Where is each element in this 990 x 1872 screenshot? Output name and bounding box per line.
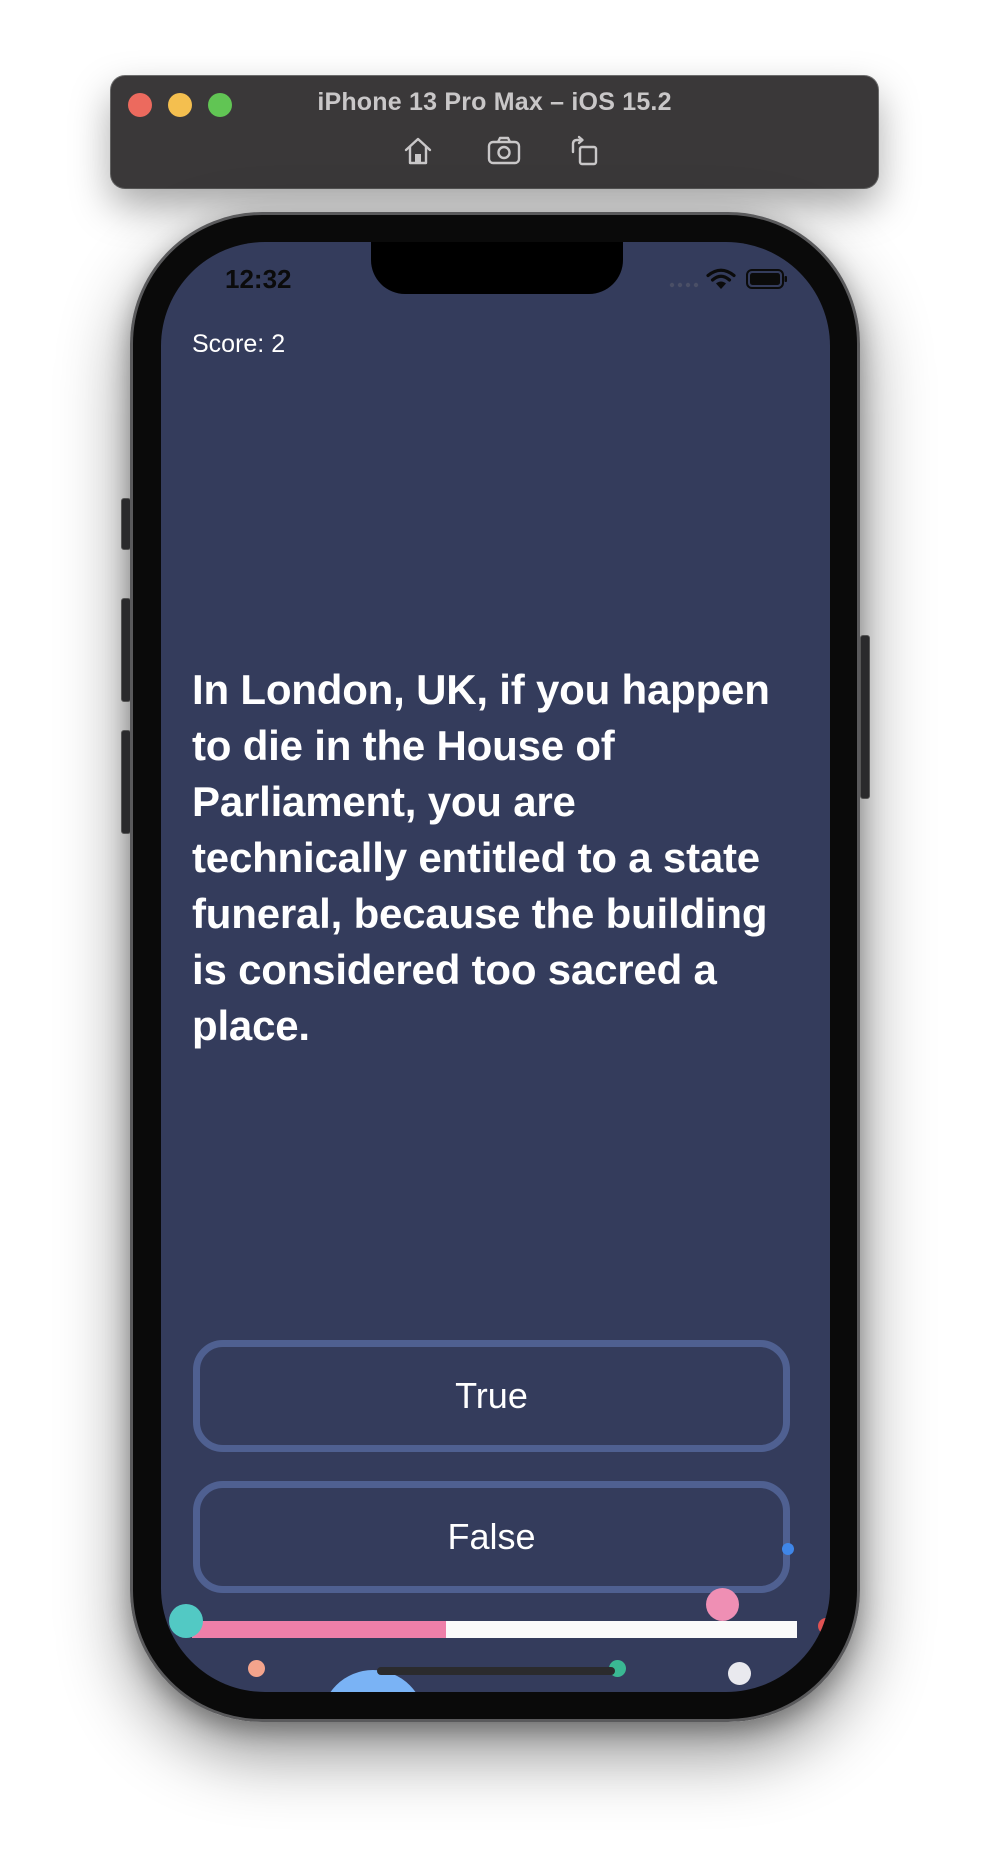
rotate-button[interactable] [567,134,601,168]
window-title: iPhone 13 Pro Max – iOS 15.2 [317,88,672,116]
battery-icon [746,269,787,289]
question-text: In London, UK, if you happen to die in t… [192,666,770,1049]
cellular-signal-icon [669,282,699,288]
progress-bar [192,1621,797,1638]
confetti-bubble [782,1543,794,1555]
false-button[interactable]: False [193,1481,790,1593]
power-button [860,635,870,799]
screenshot-icon [487,136,521,165]
simulator-title-bar: iPhone 13 Pro Max – iOS 15.2 [111,76,878,188]
status-time: 12:32 [225,264,292,294]
rotate-icon [571,135,598,166]
confetti-bubble [818,1618,830,1634]
stage: iPhone 13 Pro Max – iOS 15.2 12:32 Score… [0,0,990,1872]
confetti-bubble [248,1660,265,1677]
home-button[interactable] [401,134,435,168]
home-indicator[interactable] [377,1667,615,1675]
confetti-bubble [706,1588,739,1621]
screenshot-button[interactable] [487,134,521,168]
notch [371,242,623,294]
progress-bar-fill [192,1621,447,1638]
wifi-icon [706,268,736,289]
home-icon [404,137,432,165]
score-label: Score: 2 [192,330,286,358]
confetti-bubble [169,1604,203,1638]
confetti-bubble [728,1662,751,1685]
true-button[interactable]: True [193,1340,790,1452]
device-screen: 12:32 Score: 2 In London, UK, if you hap… [161,242,830,1692]
